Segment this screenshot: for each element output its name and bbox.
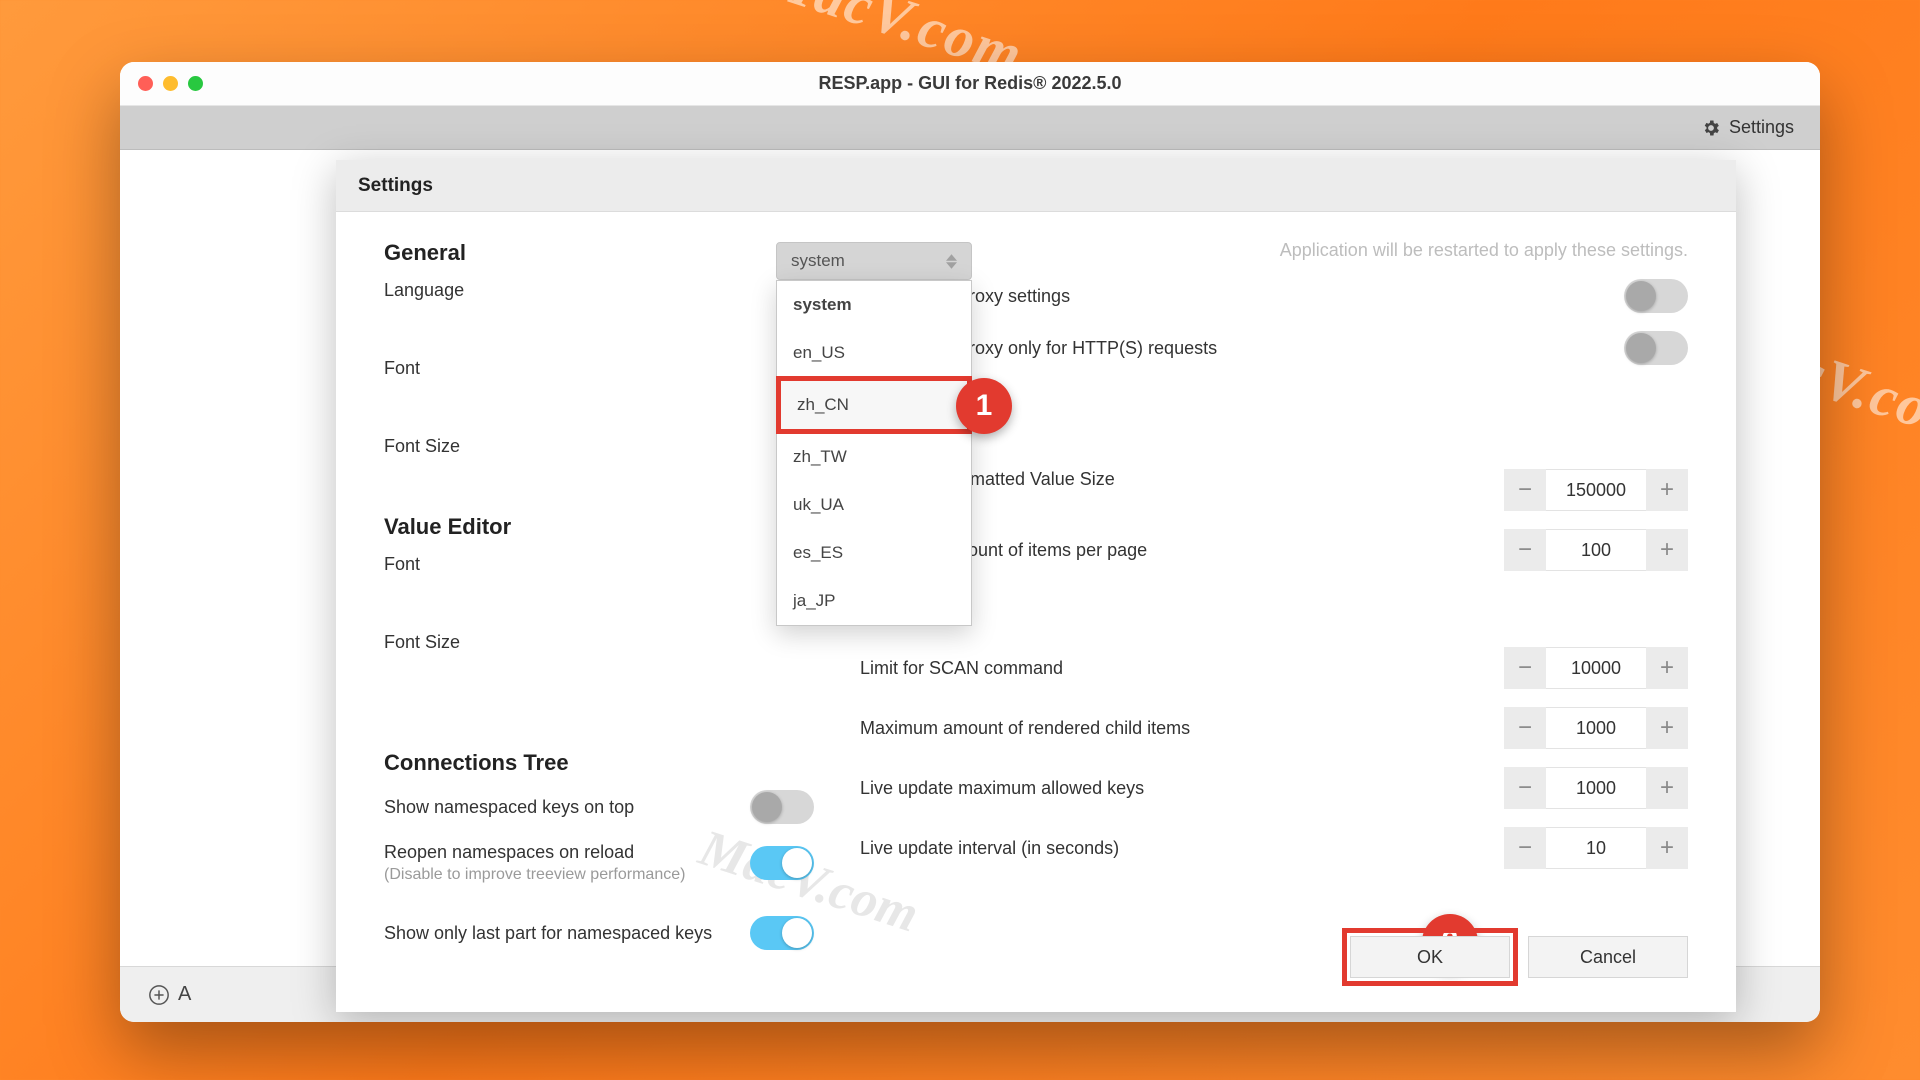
app-window: RESP.app - GUI for Redis® 2022.5.0 Setti… — [120, 62, 1820, 1022]
plus-button[interactable]: + — [1646, 647, 1688, 689]
label-language: Language — [384, 280, 464, 300]
section-value-editor: Value Editor — [384, 514, 814, 540]
plus-button[interactable]: + — [1646, 707, 1688, 749]
label-font: Font — [384, 358, 420, 378]
input-live-max[interactable] — [1546, 767, 1646, 809]
minus-button[interactable]: − — [1504, 767, 1546, 809]
label-show-last: Show only last part for namespaced keys — [384, 923, 750, 944]
plus-button[interactable]: + — [1646, 529, 1688, 571]
input-scan[interactable] — [1546, 647, 1646, 689]
input-max-items[interactable] — [1546, 529, 1646, 571]
modal-title: Settings — [336, 160, 1736, 212]
language-option-en-us[interactable]: en_US — [777, 329, 971, 377]
input-max-fmt[interactable] — [1546, 469, 1646, 511]
dialog-footer: OK Cancel — [1350, 936, 1688, 978]
language-option-zh-cn[interactable]: zh_CN — [776, 376, 972, 434]
minus-button[interactable]: − — [1504, 827, 1546, 869]
label-ve-font-size: Font Size — [384, 632, 460, 652]
restart-note: Application will be restarted to apply t… — [860, 240, 1688, 261]
label-ve-font: Font — [384, 554, 420, 574]
label-scan-limit: Limit for SCAN command — [860, 658, 1504, 679]
minus-button[interactable]: − — [1504, 469, 1546, 511]
label-children: Maximum amount of rendered child items — [860, 718, 1504, 739]
toggle-show-last[interactable] — [750, 916, 814, 950]
label-live-max: Live update maximum allowed keys — [860, 778, 1504, 799]
language-option-system[interactable]: system — [777, 281, 971, 329]
minus-button[interactable]: − — [1504, 647, 1546, 689]
label-proxy-system: Use system proxy settings — [860, 286, 1624, 307]
label-reopen-ns-sub: (Disable to improve treeview performance… — [384, 866, 750, 884]
label-show-ns: Show namespaced keys on top — [384, 797, 750, 818]
toggle-proxy-https[interactable] — [1624, 331, 1688, 365]
language-select-value: system — [791, 251, 845, 271]
chevron-up-down-icon — [946, 254, 957, 269]
language-option-ja-jp[interactable]: ja_JP — [777, 577, 971, 625]
plus-button[interactable]: + — [1646, 827, 1688, 869]
minus-button[interactable]: − — [1504, 707, 1546, 749]
stepper-children: − + — [1504, 707, 1688, 749]
stepper-live-max: − + — [1504, 767, 1688, 809]
language-select[interactable]: system — [776, 242, 972, 280]
toggle-show-ns[interactable] — [750, 790, 814, 824]
stepper-live-int: − + — [1504, 827, 1688, 869]
cancel-button[interactable]: Cancel — [1528, 936, 1688, 978]
label-reopen-ns: Reopen namespaces on reload — [384, 842, 750, 863]
label-font-size: Font Size — [384, 436, 460, 456]
language-dropdown: system en_US zh_CN zh_TW uk_UA es_ES ja_… — [776, 280, 972, 626]
language-option-es-es[interactable]: es_ES — [777, 529, 971, 577]
minus-button[interactable]: − — [1504, 529, 1546, 571]
stepper-scan: − + — [1504, 647, 1688, 689]
language-option-uk-ua[interactable]: uk_UA — [777, 481, 971, 529]
toggle-reopen-ns[interactable] — [750, 846, 814, 880]
settings-left-column: General Language Font Font Size Value Ed… — [384, 240, 814, 968]
plus-button[interactable]: + — [1646, 469, 1688, 511]
stepper-max-fmt: − + — [1504, 469, 1688, 511]
annotation-callout-1: 1 — [956, 378, 1012, 434]
settings-right-column: Application will be restarted to apply t… — [860, 240, 1688, 968]
input-children[interactable] — [1546, 707, 1646, 749]
section-general: General — [384, 240, 814, 266]
section-connections-tree: Connections Tree — [384, 750, 814, 776]
label-live-int: Live update interval (in seconds) — [860, 838, 1504, 859]
toggle-proxy-system[interactable] — [1624, 279, 1688, 313]
settings-modal: Settings MacV.com General Language Font … — [336, 160, 1736, 1012]
stepper-max-items: − + — [1504, 529, 1688, 571]
label-proxy-https: Use system proxy only for HTTP(S) reques… — [860, 338, 1624, 359]
input-live-int[interactable] — [1546, 827, 1646, 869]
ok-button[interactable]: OK — [1350, 936, 1510, 978]
plus-button[interactable]: + — [1646, 767, 1688, 809]
language-option-zh-tw[interactable]: zh_TW — [777, 433, 971, 481]
